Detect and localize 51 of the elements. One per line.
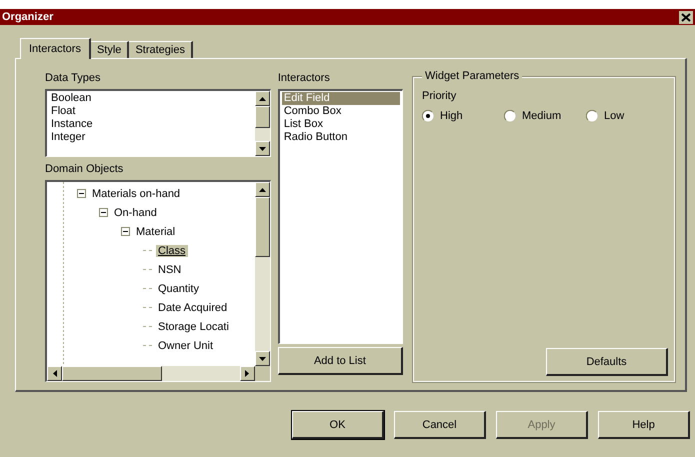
scrollbar-corner	[254, 366, 270, 381]
right-arrow-icon[interactable]	[245, 370, 250, 377]
tree-item[interactable]: Quantity	[156, 282, 201, 294]
tree-item[interactable]: Class	[156, 244, 188, 256]
field-label: Domain Objects	[45, 163, 124, 177]
radio-option[interactable]: High	[422, 110, 504, 122]
tree-item[interactable]: Owner Unit	[156, 340, 216, 352]
tab[interactable]: Strategies	[129, 41, 193, 58]
down-arrow-icon[interactable]	[258, 146, 266, 150]
group-title: Widget Parameters	[422, 70, 522, 82]
collapse-icon[interactable]	[99, 208, 108, 217]
scrollbar[interactable]	[254, 182, 270, 366]
field-label: Priority	[422, 90, 458, 104]
tree-item[interactable]: On-hand	[112, 206, 159, 218]
radio-icon[interactable]	[586, 110, 598, 122]
radio-icon[interactable]	[422, 110, 434, 122]
list-item[interactable]: Boolean	[49, 92, 253, 105]
dialog-button[interactable]: Cancel	[394, 411, 486, 439]
window-title: Organizer	[2, 11, 54, 23]
up-arrow-icon[interactable]	[258, 96, 266, 100]
down-arrow-icon[interactable]	[258, 356, 266, 360]
add-to-list-button[interactable]: Add to List	[278, 347, 403, 375]
tree-item[interactable]: NSN	[156, 264, 184, 276]
list-item[interactable]: Combo Box	[282, 105, 400, 118]
tree-item[interactable]: Materials on-hand	[90, 188, 182, 200]
scrollbar[interactable]	[254, 91, 270, 156]
radio-option[interactable]: Medium	[504, 110, 586, 122]
radio-option[interactable]: Low	[586, 110, 668, 122]
tab[interactable]: Interactors	[20, 38, 91, 59]
scrollbar[interactable]	[47, 366, 255, 381]
radio-icon[interactable]	[504, 110, 516, 122]
up-arrow-icon[interactable]	[258, 188, 266, 192]
close-icon[interactable]	[679, 10, 693, 24]
list-item[interactable]: Integer	[49, 131, 253, 144]
list-item[interactable]: Float	[49, 105, 253, 118]
dialog-button[interactable]: Help	[598, 411, 690, 439]
left-arrow-icon[interactable]	[52, 370, 56, 377]
tree-item[interactable]: Storage Locati	[156, 320, 231, 332]
list-item[interactable]: Edit Field	[282, 92, 400, 105]
list-item[interactable]: Radio Button	[282, 131, 400, 144]
tree-item[interactable]: Material	[134, 226, 178, 238]
tree-item[interactable]: Date Acquired	[156, 302, 230, 314]
collapse-icon[interactable]	[121, 227, 130, 236]
defaults-button[interactable]: Defaults	[546, 348, 668, 376]
list-item[interactable]: Instance	[49, 118, 253, 131]
dialog-button[interactable]: OK	[292, 411, 384, 439]
collapse-icon[interactable]	[77, 189, 86, 198]
field-label: Interactors	[278, 72, 331, 86]
list-item[interactable]: List Box	[282, 118, 400, 131]
field-label: Data Types	[45, 72, 102, 86]
tab[interactable]: Style	[90, 41, 130, 58]
